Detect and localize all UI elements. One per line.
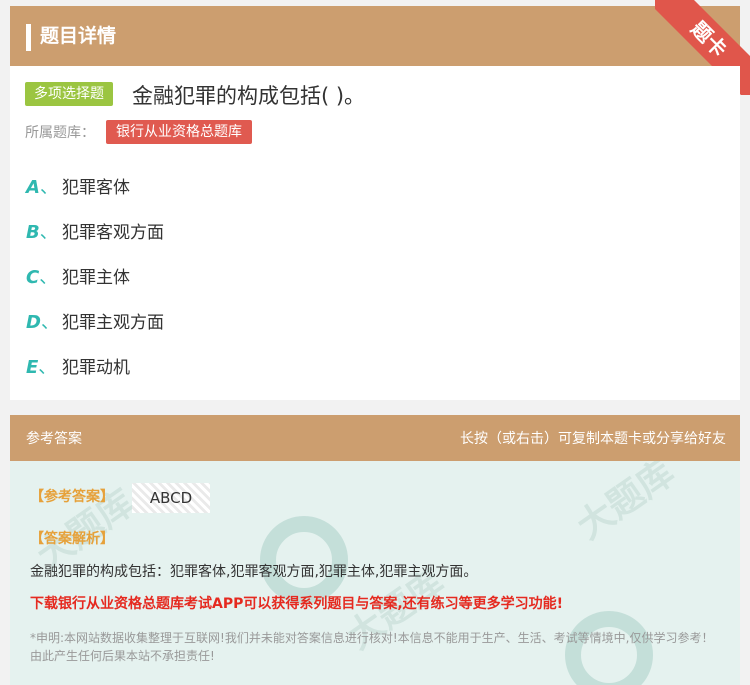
watermark: 大题库 [570, 461, 683, 548]
answer-panel: 大题库 大题库 大题库 【参考答案】 ABCD 【答案解析】 金融犯罪的构成包括… [10, 461, 740, 685]
header-bar: 题目详情 [10, 6, 740, 66]
bank-tag-link[interactable]: 银行从业资格总题库 [106, 120, 252, 144]
watermark-logo [260, 516, 348, 604]
question-text: 金融犯罪的构成包括( )。 [132, 84, 366, 108]
disclaimer: *申明:本网站数据收集整理于互联网!我们并未能对答案信息进行核对!本信息不能用于… [30, 631, 714, 663]
option-c[interactable]: C、 犯罪主体 [26, 263, 130, 293]
option-text: 犯罪主体 [62, 268, 130, 288]
option-text: 犯罪客体 [62, 178, 130, 198]
page-title: 题目详情 [40, 25, 117, 47]
option-letter: C、 [26, 267, 58, 288]
app-promo-link[interactable]: 下载银行从业资格总题库考试APP可以获得系列题目与答案,还有练习等更多学习功能! [30, 593, 563, 613]
answer-value: ABCD [132, 483, 210, 513]
option-text: 犯罪动机 [62, 358, 130, 378]
option-text: 犯罪主观方面 [62, 313, 164, 333]
question-panel: 多项选择题 金融犯罪的构成包括( )。 所属题库： 银行从业资格总题库 A、 犯罪… [10, 66, 740, 400]
answer-bar: 参考答案 长按（或右击）可复制本题卡或分享给好友 [10, 415, 740, 461]
explanation-text: 金融犯罪的构成包括：犯罪客体,犯罪客观方面,犯罪主体,犯罪主观方面。 [30, 564, 478, 580]
explanation-label: 【答案解析】 [30, 531, 114, 547]
option-d[interactable]: D、 犯罪主观方面 [26, 308, 164, 338]
header-accent [26, 24, 31, 51]
option-text: 犯罪客观方面 [62, 223, 164, 243]
option-letter: D、 [26, 312, 59, 333]
option-b[interactable]: B、 犯罪客观方面 [26, 218, 164, 248]
answer-label: 【参考答案】 [30, 489, 114, 505]
option-letter: B、 [26, 222, 58, 243]
option-a[interactable]: A、 犯罪客体 [26, 173, 130, 203]
option-letter: A、 [26, 177, 58, 198]
question-type-badge: 多项选择题 [25, 82, 113, 106]
option-letter: E、 [26, 357, 57, 378]
option-e[interactable]: E、 犯罪动机 [26, 353, 130, 383]
bank-label: 所属题库： [25, 125, 95, 141]
answer-section-title: 参考答案 [26, 431, 82, 447]
share-hint: 长按（或右击）可复制本题卡或分享给好友 [460, 431, 726, 447]
